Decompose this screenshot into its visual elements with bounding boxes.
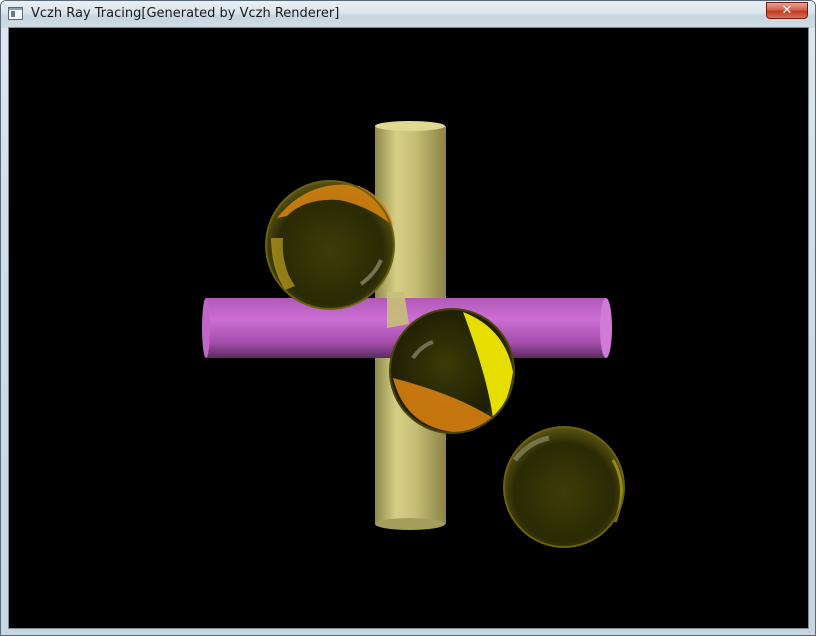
window-title: Vczh Ray Tracing[Generated by Vczh Rende… [31,6,340,21]
glass-sphere-center [389,308,515,434]
app-window-icon[interactable] [8,7,23,20]
close-icon: ✕ [781,3,793,18]
rendered-scene [202,121,625,548]
title-bar[interactable]: Vczh Ray Tracing[Generated by Vczh Rende… [1,1,815,28]
glass-sphere-bottom [503,426,625,548]
app-window: Vczh Ray Tracing[Generated by Vczh Rende… [0,0,816,636]
close-button[interactable]: ✕ [766,2,808,19]
render-viewport [9,28,808,628]
glass-sphere-top [265,180,395,310]
